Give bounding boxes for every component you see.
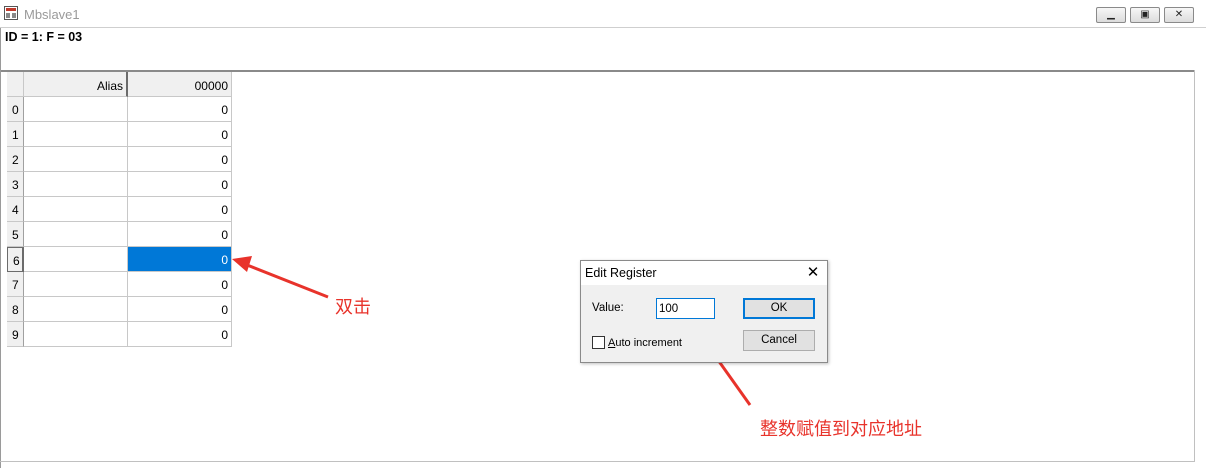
arrowhead-double-click — [232, 256, 252, 272]
dialog-close-icon[interactable]: ✕ — [803, 263, 823, 283]
dialog-titlebar[interactable]: Edit Register ✕ — [581, 261, 827, 285]
arrow-double-click — [241, 261, 329, 299]
value-input[interactable] — [656, 298, 715, 319]
annotation-arrows — [232, 256, 752, 406]
value-label: Value: — [592, 302, 624, 314]
cancel-button[interactable]: Cancel — [743, 330, 815, 351]
edit-register-dialog[interactable]: Edit Register ✕ Value: OK Cancel Auto in… — [580, 260, 828, 363]
annotation-double-click: 双击 — [335, 297, 371, 318]
annotation-assign-value: 整数赋值到对应地址 — [760, 419, 922, 440]
dialog-title: Edit Register — [585, 266, 657, 280]
auto-increment-label[interactable]: Auto increment — [608, 337, 682, 349]
ok-button[interactable]: OK — [743, 298, 815, 319]
auto-increment-checkbox[interactable] — [592, 336, 605, 349]
